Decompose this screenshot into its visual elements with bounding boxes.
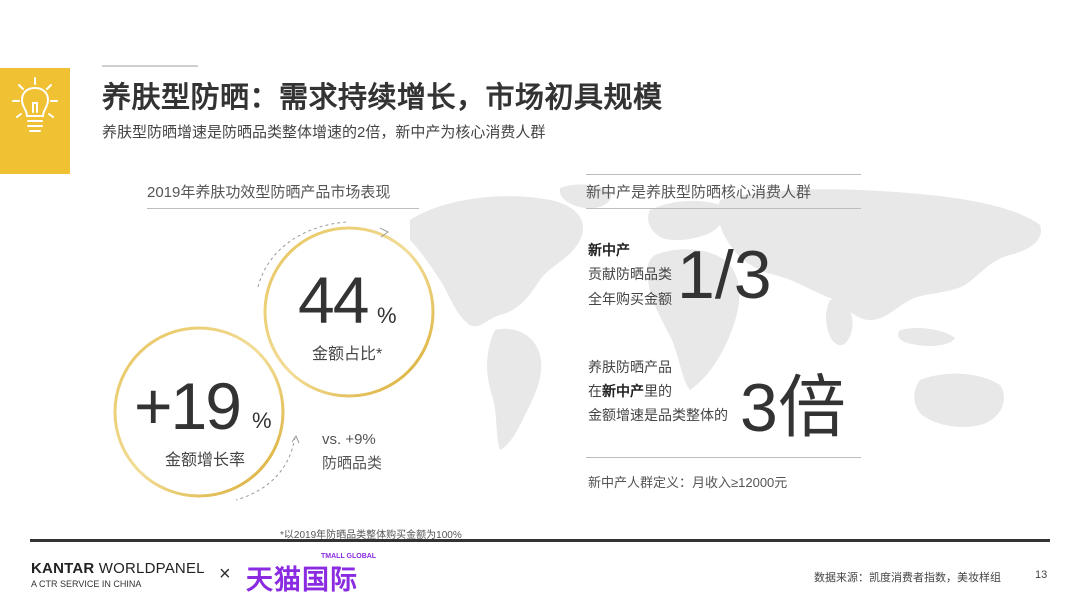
stat2-line2-bold: 新中产 — [602, 383, 644, 399]
kantar-logo: KANTAR WORLDPANEL — [31, 560, 205, 577]
stat2-line2: 在新中产里的 — [588, 381, 672, 401]
kantar-tagline: A CTR SERVICE IN CHINA — [31, 579, 142, 589]
badge-label: 新功能 — [14, 212, 56, 228]
growth-unit: % — [252, 408, 272, 433]
comparison-value: vs. +9% — [322, 431, 376, 448]
new-feature-badge: 新功能 — [0, 68, 70, 228]
comparison-category: 防晒品类 — [322, 455, 383, 472]
share-arrow-head — [379, 227, 389, 238]
page-title: 养肤型防晒：需求持续增长，市场初具规模 — [102, 82, 663, 114]
right-panel-divider — [586, 457, 861, 458]
share-value: 44 — [298, 263, 369, 337]
kantar-logo-bold: KANTAR — [31, 560, 95, 577]
stat2-line1: 养肤防晒产品 — [588, 359, 672, 375]
right-section-title: 新中产是养肤型防晒核心消费人群 — [586, 174, 861, 209]
kantar-logo-rest: WORLDPANEL — [94, 560, 205, 577]
footer-rule — [30, 539, 1050, 542]
page-subtitle: 养肤型防晒增速是防晒品类整体增速的2倍，新中产为核心消费人群 — [102, 124, 546, 141]
stat2-line2-pre: 在 — [588, 383, 602, 399]
left-section-title: 2019年养肤功效型防晒产品市场表现 — [147, 175, 419, 209]
growth-value: +19 — [134, 369, 242, 443]
share-unit: % — [377, 303, 397, 328]
stat1-label: 新中产 — [588, 242, 630, 258]
data-source: 数据来源：凯度消费者指数，美妆样组 — [814, 572, 1001, 584]
stat1-line3: 全年购买金额 — [588, 291, 672, 307]
lightbulb-icon — [12, 77, 58, 132]
growth-caption: 金额增长率 — [165, 452, 246, 469]
stat1-line2: 贡献防晒品类 — [588, 266, 672, 282]
world-map-background — [410, 184, 1041, 450]
definition-note: 新中产人群定义：月收入≥12000元 — [588, 475, 788, 490]
page-number: 13 — [1035, 569, 1048, 581]
share-caption: 金额占比* — [312, 346, 383, 363]
stat2-value: 3倍 — [740, 370, 846, 446]
tmall-global-logo: 天猫国际 — [246, 565, 358, 595]
growth-arrow-head — [291, 434, 300, 444]
stat2-line3: 金额增速是品类整体的 — [588, 407, 728, 423]
stat1-value: 1/3 — [677, 237, 772, 313]
top-accent-rule — [102, 65, 198, 67]
times-sign: × — [219, 563, 231, 585]
stat2-line2-post: 里的 — [644, 383, 672, 399]
